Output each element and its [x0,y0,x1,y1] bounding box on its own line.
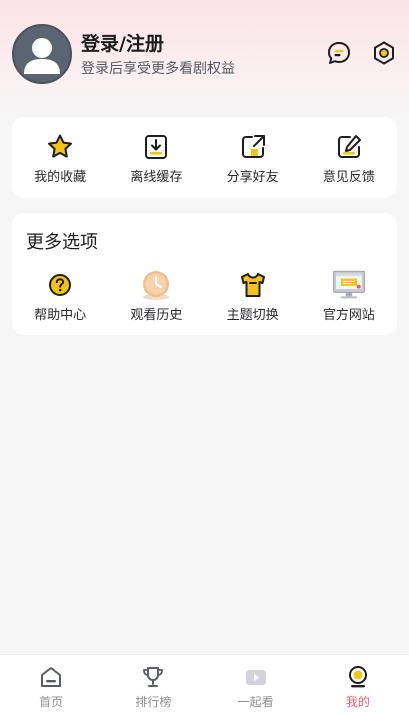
theme-switch-button[interactable]: 主题切换 [205,268,301,325]
website-monitor-icon [332,268,366,302]
more-options-card: 更多选项 帮助中心 观看历史 主题切换 官方网站 [12,213,397,335]
tab-mine[interactable]: 我的 [307,655,409,714]
favorites-button[interactable]: 我的收藏 [12,130,108,187]
tab-ranking-label: 排行榜 [135,695,172,709]
history-clock-icon [139,268,173,302]
feedback-button[interactable]: 意见反馈 [301,130,397,187]
profile-section[interactable]: 登录/注册 登录后享受更多看剧权益 [12,24,235,84]
more-options-title: 更多选项 [26,232,98,253]
theme-shirt-icon [236,268,270,302]
tab-home[interactable]: 首页 [0,655,102,714]
tab-home-label: 首页 [39,695,64,709]
share-friends-label: 分享好友 [226,170,279,185]
offline-cache-label: 离线缓存 [130,170,183,185]
video-icon [243,664,269,690]
help-center-button[interactable]: 帮助中心 [12,268,108,325]
bottom-tab-bar: 首页 排行榜 一起看 我的 [0,654,409,714]
tab-watch-together-label: 一起看 [237,695,274,709]
profile-icon [345,664,371,690]
message-icon[interactable] [326,40,352,66]
favorites-label: 我的收藏 [34,170,87,185]
login-register-title[interactable]: 登录/注册 [81,31,235,57]
feedback-icon [332,130,366,164]
quick-actions-card: 我的收藏 离线缓存 分享好友 意见反馈 [12,117,397,198]
watch-history-label: 观看历史 [130,308,183,323]
star-icon [43,130,77,164]
login-subtitle: 登录后享受更多看剧权益 [81,60,235,77]
avatar[interactable] [12,24,72,84]
offline-cache-button[interactable]: 离线缓存 [108,130,204,187]
trophy-icon [140,664,166,690]
share-friends-button[interactable]: 分享好友 [205,130,301,187]
theme-switch-label: 主题切换 [226,308,279,323]
tab-mine-label: 我的 [345,695,370,709]
help-center-label: 帮助中心 [34,308,87,323]
official-website-label: 官方网站 [322,308,375,323]
home-icon [38,664,64,690]
feedback-label: 意见反馈 [322,170,375,185]
watch-history-button[interactable]: 观看历史 [108,268,204,325]
user-silhouette-icon [24,38,60,74]
official-website-button[interactable]: 官方网站 [301,268,397,325]
help-icon [43,268,77,302]
settings-icon[interactable] [371,40,397,66]
tab-ranking[interactable]: 排行榜 [102,655,204,714]
share-icon [236,130,270,164]
download-icon [139,130,173,164]
tab-watch-together[interactable]: 一起看 [205,655,307,714]
